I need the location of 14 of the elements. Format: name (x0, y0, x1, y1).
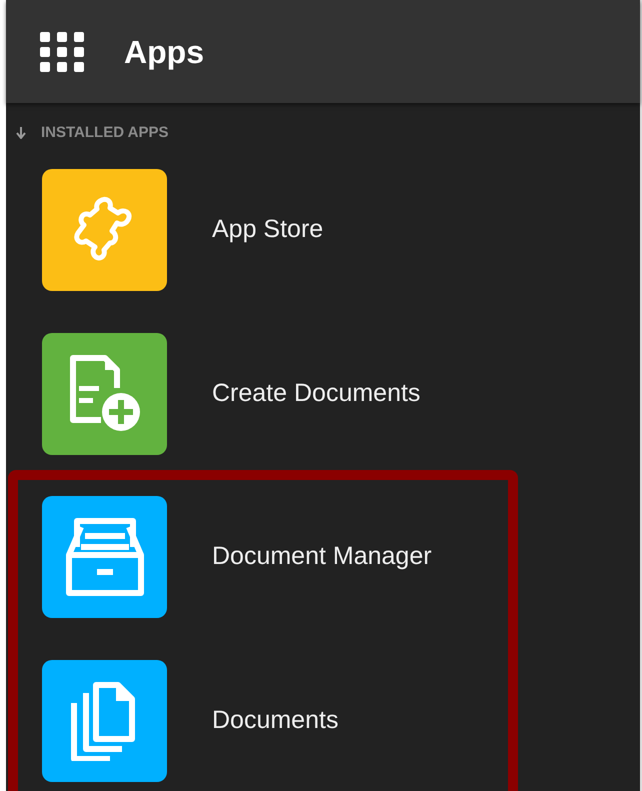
app-tile[interactable] (42, 169, 167, 291)
app-label[interactable]: Create Documents (212, 375, 420, 413)
app-tile[interactable] (42, 333, 167, 455)
grid-menu-icon[interactable] (40, 32, 84, 72)
section-header[interactable]: INSTALLED APPS (6, 125, 640, 140)
header-title: Apps (124, 32, 204, 72)
app-label[interactable]: Documents (212, 702, 338, 740)
app-tile[interactable] (42, 496, 167, 618)
section-label: INSTALLED APPS (41, 125, 169, 140)
file-cabinet-icon (64, 517, 144, 597)
app-tile[interactable] (42, 660, 167, 782)
app-label[interactable]: App Store (212, 211, 324, 249)
down-arrow-icon (16, 126, 26, 138)
app-label[interactable]: Document Manager (212, 538, 432, 576)
